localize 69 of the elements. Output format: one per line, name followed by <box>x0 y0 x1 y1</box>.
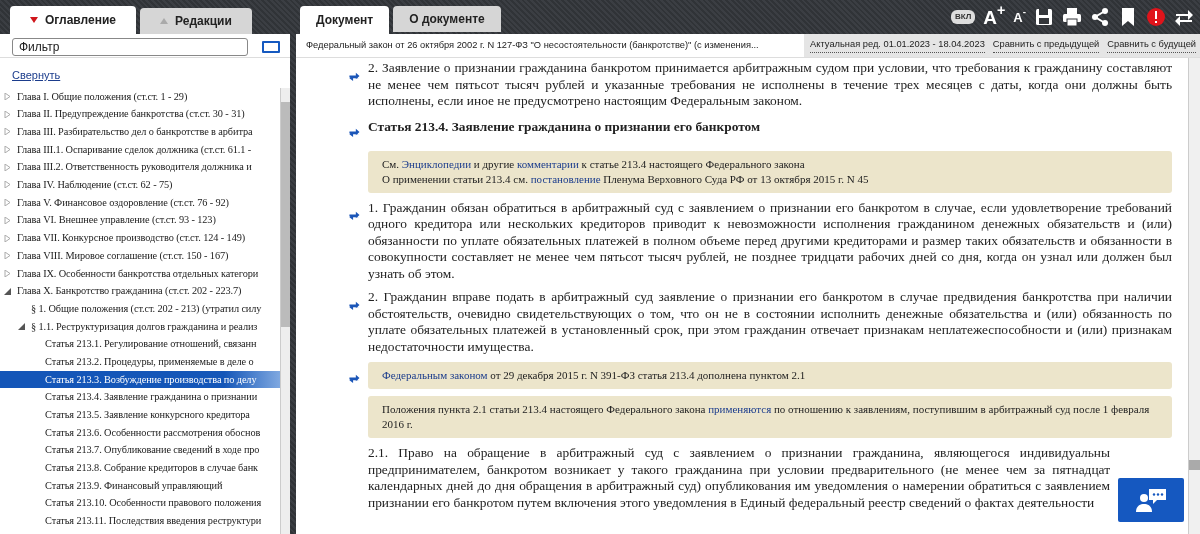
tree-item[interactable]: Статья 213.5. Заявление конкурсного кредитора <box>0 405 280 424</box>
tree-item[interactable]: Глава III.1. Оспаривание сделок должника (ст.ст. 61.1 - <box>0 140 280 159</box>
tree-item[interactable]: Глава II. Предупреждение банкротства (ст.ст. 30 - 31) <box>0 105 280 123</box>
tree-item[interactable]: Глава IV. Наблюдение (ст.ст. 62 - 75) <box>0 175 280 194</box>
tree-item[interactable]: Статья 213.7. Опубликование сведений в ходе про <box>0 441 280 459</box>
link[interactable]: применяются <box>708 403 772 415</box>
document-title: Федеральный закон от 26 октября 2002 г. N 127-ФЗ "О несостоятельности (банкротстве)" (с изменения... <box>305 38 760 52</box>
tree-item[interactable]: Глава III. Разбирательство дел о банкротстве в арбитра <box>0 122 280 141</box>
document-link[interactable]: Актуальная ред. 01.01.2023 - 18.04.2023 <box>810 38 985 53</box>
tree-item[interactable]: Статья 213.9. Финансовый управляющий <box>0 476 280 495</box>
note-text: Положения пункта 2.1 статьи 213.4 настоящего Федерального закона применяются по отношению к заявлениям, поступившим в арбитражный суд после 1 февраля 2016 г. <box>382 402 1151 432</box>
tree-item[interactable]: Глава III.2. Ответственность руководителя должника и <box>0 158 280 176</box>
scrollbar[interactable] <box>1188 58 1200 534</box>
tree-item[interactable]: Глава X. Банкротство гражданина (ст.ст. 202 - 223.7) <box>0 282 280 300</box>
alert-icon[interactable] <box>1146 7 1166 27</box>
paragraph: 2. Гражданин вправе подать в арбитражный суд заявление о признании его банкротом в случае предвидения банкротства при наличии обстоятельств, очевидно свидетельствующих о том, что он не в состоянии исполнить денежные обязательства и (или) обязанность по уплате обязательных платежей в установленный срок, при этом гражданин отвечает признакам неплатежеспособности и (или) признакам недостаточности имущества. <box>368 289 1172 355</box>
swap-arrows-icon[interactable] <box>348 372 360 384</box>
document-link[interactable]: Сравнить с предыдущей <box>992 38 1100 53</box>
note-text: Федеральным законом от 29 декабря 2015 г. N 391-ФЗ статья 213.4 дополнена пунктом 2.1 <box>382 368 807 383</box>
share-icon[interactable] <box>1090 7 1110 27</box>
save-icon[interactable] <box>1034 7 1054 27</box>
tree-item[interactable]: Глава I. Общие положения (ст.ст. 1 - 29) <box>0 87 280 106</box>
tree-item[interactable]: Статья 213.11. Последствия введения реструктури <box>0 512 280 530</box>
swap-arrows-icon[interactable] <box>348 299 360 311</box>
swap-arrows-icon[interactable] <box>348 210 360 222</box>
collapse-link[interactable]: Свернуть <box>0 58 73 88</box>
tree-item[interactable]: Статья 213.8. Собрание кредиторов в случае банк <box>0 458 280 477</box>
swap-arrows-icon[interactable] <box>348 127 360 139</box>
tree-item[interactable]: Статья 213.4. Заявление гражданина о признании <box>0 388 280 406</box>
tree-item[interactable]: § 1.1. Реструктуризация долгов гражданина и реализ <box>0 317 280 336</box>
paragraph: 2. Заявление о признании гражданина банкротом принимается арбитражным судом при условии, что требования к гражданину составляют не менее чем пятьсот тысяч рублей и указанные требования не исполнены в течение трех месяцев с даты, когда они должны быть исполнены, если иное не предусмотрено настоящим Федеральным законом. <box>368 60 1172 110</box>
tab[interactable]: Документ <box>300 6 390 34</box>
print-icon[interactable] <box>1062 7 1082 27</box>
tree-item[interactable]: Статья 213.1. Регулирование отношений, связанн <box>0 335 280 353</box>
tree-item[interactable]: Глава VI. Внешнее управление (ст.ст. 93 - 123) <box>0 211 280 229</box>
window-icon[interactable] <box>262 40 280 53</box>
toggle-button[interactable]: ВКЛ <box>951 10 976 24</box>
article-heading: Статья 213.4. Заявление гражданина о признании его банкротом <box>368 117 762 136</box>
chat-button[interactable] <box>1118 478 1184 522</box>
tab[interactable]: О документе <box>393 6 501 32</box>
tab[interactable]: Редакции <box>140 8 252 34</box>
filter-field[interactable]: Фильтр <box>12 37 248 56</box>
tree-item[interactable]: Глава VII. Конкурсное производство (ст.ст. 124 - 149) <box>0 229 280 247</box>
swap-arrows-icon[interactable] <box>1174 7 1194 27</box>
font-increase-button[interactable]: A$^{+}$ <box>983 7 1006 27</box>
tab[interactable]: Оглавление <box>10 6 136 34</box>
tree-item[interactable]: Глава IX. Особенности банкротства отдельных категори <box>0 264 280 283</box>
link[interactable]: комментарии <box>516 157 579 170</box>
tree-item[interactable]: Глава VIII. Мировое соглашение (ст.ст. 150 - 167) <box>0 246 280 265</box>
note-text: См. Энциклопедии и другие комментарии к статье 213.4 настоящего Федерального закона <box>382 156 806 172</box>
link[interactable]: постановление <box>530 172 601 185</box>
scrollbar[interactable] <box>280 87 290 534</box>
swap-arrows-icon[interactable] <box>348 70 360 82</box>
document-link[interactable]: Сравнить с будущей <box>1107 38 1196 53</box>
tree-item[interactable]: § 1. Общие положения (ст.ст. 202 - 213) (утратил силу <box>0 299 280 318</box>
chat-icon <box>1134 487 1168 513</box>
note-text: О применении статьи 213.4 см. постановление Пленума Верховного Суда РФ от 13 октября 2015 г. N 45 <box>382 171 870 187</box>
link[interactable]: Энциклопедии <box>401 157 472 170</box>
link[interactable]: Федеральным законом <box>382 369 488 381</box>
tree-item[interactable]: Статья 213.10. Особенности правового положения <box>0 494 280 512</box>
paragraph: 2.1. Право на обращение в арбитражный суд с заявлением о признании гражданина, являющегося индивидуальны предпринимателем, банкротом возникает у такого гражданина при условии предварительного (не менее чем за пятнадцат календарных дней до дня обращения в арбитражный суд) опубликования им уведомления о намерении обратиться с заявлением признании его банкротом путем включения этого уведомления в Единый федеральный реестр сведений о фактах деятельности <box>368 445 1110 511</box>
paragraph: 1. Гражданин обязан обратиться в арбитражный суд с заявлением о признании его банкротом в случае, если удовлетворение требований одного кредитора или нескольких кредиторов приводит к невозможности исполнения гражданином денежных обязательств и (или) обязанности по уплате обязательных платежей в полном объеме перед другими кредиторами и размер таких обязательств и обязанности в совокупности составляет не менее чем пятьсот тысяч рублей, не позднее тридцати рабочих дней со дня, когда он узнал или должен был узнать об этом. <box>368 199 1172 282</box>
font-decrease-button[interactable]: A$^{-}$ <box>1013 10 1026 24</box>
tree-item[interactable]: Статья 213.3. Возбуждение производства по делу <box>0 370 280 389</box>
tree-item[interactable]: Статья 213.2. Процедуры, применяемые в деле о <box>0 352 280 371</box>
tree-item[interactable]: Глава V. Финансовое оздоровление (ст.ст. 76 - 92) <box>0 193 280 212</box>
tree-item[interactable]: Статья 213.6. Особенности рассмотрения обоснов <box>0 423 280 442</box>
collapse-arrow-icon[interactable] <box>17 322 25 330</box>
collapse-arrow-icon[interactable] <box>3 287 11 295</box>
